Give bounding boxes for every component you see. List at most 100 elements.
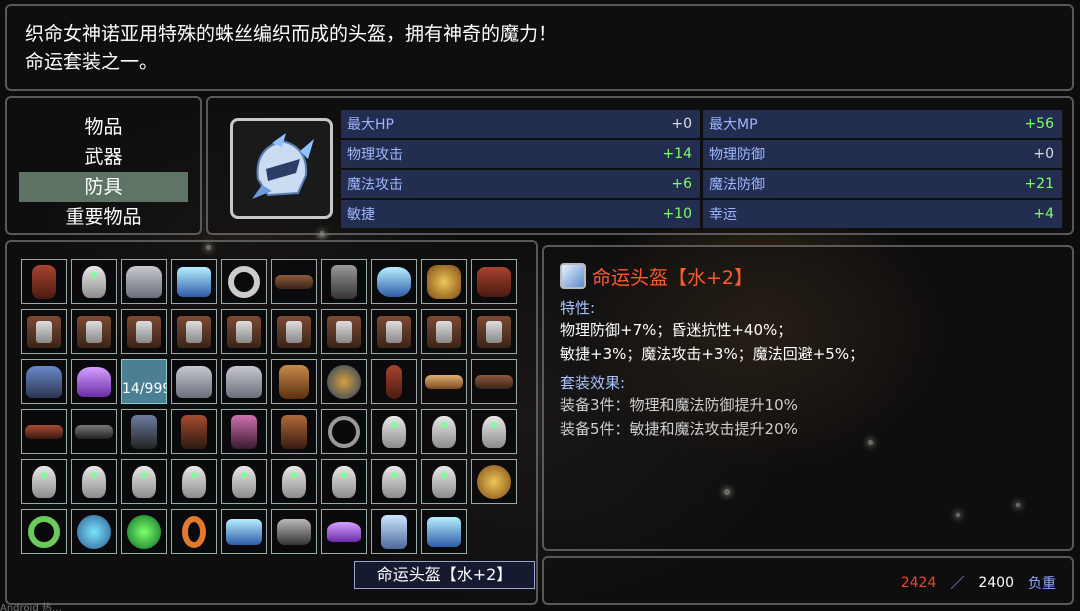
inventory-slot[interactable] bbox=[221, 259, 267, 304]
inventory-slot[interactable] bbox=[221, 509, 267, 554]
inventory-slot[interactable] bbox=[371, 309, 417, 354]
armor-icon bbox=[26, 365, 62, 398]
boots-icon bbox=[131, 414, 157, 449]
armor-icon bbox=[176, 365, 212, 398]
inventory-slot[interactable] bbox=[321, 259, 367, 304]
inventory-slot[interactable] bbox=[121, 459, 167, 504]
inventory-slot[interactable] bbox=[21, 309, 67, 354]
inventory-slot[interactable] bbox=[221, 359, 267, 404]
inventory-slot[interactable] bbox=[71, 359, 117, 404]
robe-icon bbox=[77, 366, 111, 397]
category-key-items[interactable]: 重要物品 bbox=[19, 202, 188, 232]
inventory-slot[interactable] bbox=[271, 509, 317, 554]
stat-label: 魔法防御 bbox=[709, 177, 765, 193]
helmet-icon bbox=[332, 465, 356, 498]
status-bar: Android 热… bbox=[0, 603, 62, 611]
earring-icon bbox=[182, 515, 206, 548]
inventory-slot[interactable] bbox=[321, 509, 367, 554]
inventory-slot[interactable] bbox=[471, 459, 517, 504]
inventory-slot[interactable] bbox=[421, 259, 467, 304]
inventory-slot[interactable] bbox=[371, 509, 417, 554]
ring-icon bbox=[28, 515, 60, 548]
belt-icon bbox=[425, 374, 463, 389]
inventory-slot[interactable] bbox=[371, 409, 417, 454]
fate-helmet-icon bbox=[427, 516, 461, 547]
inventory-slot[interactable] bbox=[421, 359, 467, 404]
inventory-slot[interactable] bbox=[21, 509, 67, 554]
inventory-slot[interactable] bbox=[171, 309, 217, 354]
inventory-slot-selected[interactable]: 14/999 bbox=[121, 359, 167, 404]
inventory-slot[interactable] bbox=[21, 409, 67, 454]
stat-label: 魔法攻击 bbox=[347, 177, 403, 193]
stat-label: 物理防御 bbox=[709, 147, 765, 163]
inventory-slot[interactable] bbox=[71, 309, 117, 354]
inventory-slot[interactable] bbox=[171, 409, 217, 454]
inventory-slot[interactable] bbox=[321, 309, 367, 354]
helmet-icon bbox=[182, 465, 206, 498]
helmet-icon bbox=[32, 465, 56, 498]
inventory-slot[interactable] bbox=[171, 359, 217, 404]
inventory-slot[interactable] bbox=[471, 359, 517, 404]
inventory-slot[interactable] bbox=[121, 409, 167, 454]
category-items[interactable]: 物品 bbox=[19, 112, 188, 142]
inventory-slot[interactable] bbox=[471, 409, 517, 454]
ring-icon bbox=[228, 265, 260, 298]
inventory-slot[interactable] bbox=[371, 359, 417, 404]
inventory-slot[interactable] bbox=[271, 359, 317, 404]
gauntlet-icon bbox=[27, 315, 61, 348]
stat-max-hp: 最大HP +0 bbox=[341, 110, 700, 138]
inventory-slot[interactable] bbox=[171, 459, 217, 504]
inventory-slot[interactable] bbox=[21, 259, 67, 304]
armor-icon bbox=[126, 265, 162, 298]
inventory-slot[interactable] bbox=[471, 309, 517, 354]
inventory-slot[interactable] bbox=[321, 359, 367, 404]
inventory-slot[interactable] bbox=[71, 459, 117, 504]
inventory-slot[interactable] bbox=[271, 409, 317, 454]
inventory-slot[interactable] bbox=[421, 409, 467, 454]
inventory-slot[interactable] bbox=[71, 509, 117, 554]
helmet-icon bbox=[432, 415, 456, 448]
inventory-slot[interactable] bbox=[321, 459, 367, 504]
amulet-icon bbox=[477, 464, 511, 499]
inventory-slot[interactable] bbox=[421, 509, 467, 554]
inventory-slot[interactable] bbox=[21, 359, 67, 404]
inventory-slot[interactable] bbox=[121, 509, 167, 554]
gauntlet-icon bbox=[277, 315, 311, 348]
inventory-slot[interactable] bbox=[121, 259, 167, 304]
stat-luck: 幸运 +4 bbox=[703, 200, 1062, 228]
stat-label: 敏捷 bbox=[347, 207, 375, 223]
inventory-slot[interactable] bbox=[271, 309, 317, 354]
inventory-slot[interactable] bbox=[171, 509, 217, 554]
description-line-2: 命运套装之一。 bbox=[25, 51, 159, 73]
category-armor[interactable]: 防具 bbox=[19, 172, 188, 202]
inventory-slot[interactable] bbox=[221, 459, 267, 504]
inventory-slot[interactable] bbox=[221, 409, 267, 454]
inventory-slot[interactable] bbox=[71, 409, 117, 454]
inventory-slot[interactable] bbox=[421, 309, 467, 354]
stat-label: 最大MP bbox=[709, 117, 758, 133]
inventory-slot[interactable] bbox=[321, 409, 367, 454]
gauntlet-icon bbox=[377, 315, 411, 348]
inventory-slot[interactable] bbox=[371, 259, 417, 304]
stat-physical-attack: 物理攻击 +14 bbox=[341, 140, 700, 168]
gauntlet-icon bbox=[427, 315, 461, 348]
crystal-helmet-icon bbox=[177, 266, 211, 297]
inventory-slot[interactable] bbox=[121, 309, 167, 354]
item-name: 命运头盔【水+2】 bbox=[592, 266, 754, 289]
inventory-slot[interactable] bbox=[271, 259, 317, 304]
traits-line: 敏捷+3%；魔法攻击+3%；魔法回避+5%； bbox=[560, 345, 865, 363]
circlet-icon bbox=[328, 415, 360, 448]
category-weapons[interactable]: 武器 bbox=[19, 142, 188, 172]
inventory-slot[interactable] bbox=[371, 459, 417, 504]
inventory-slot[interactable] bbox=[271, 459, 317, 504]
inventory-slot[interactable] bbox=[21, 459, 67, 504]
inventory-slot[interactable] bbox=[221, 309, 267, 354]
stat-magic-defense: 魔法防御 +21 bbox=[703, 170, 1062, 198]
inventory-slot[interactable] bbox=[71, 259, 117, 304]
helmet-icon bbox=[82, 465, 106, 498]
inventory-slot[interactable] bbox=[421, 459, 467, 504]
helmet-icon bbox=[382, 415, 406, 448]
stat-value: +0 bbox=[1033, 146, 1054, 162]
inventory-slot[interactable] bbox=[171, 259, 217, 304]
inventory-slot[interactable] bbox=[471, 259, 517, 304]
